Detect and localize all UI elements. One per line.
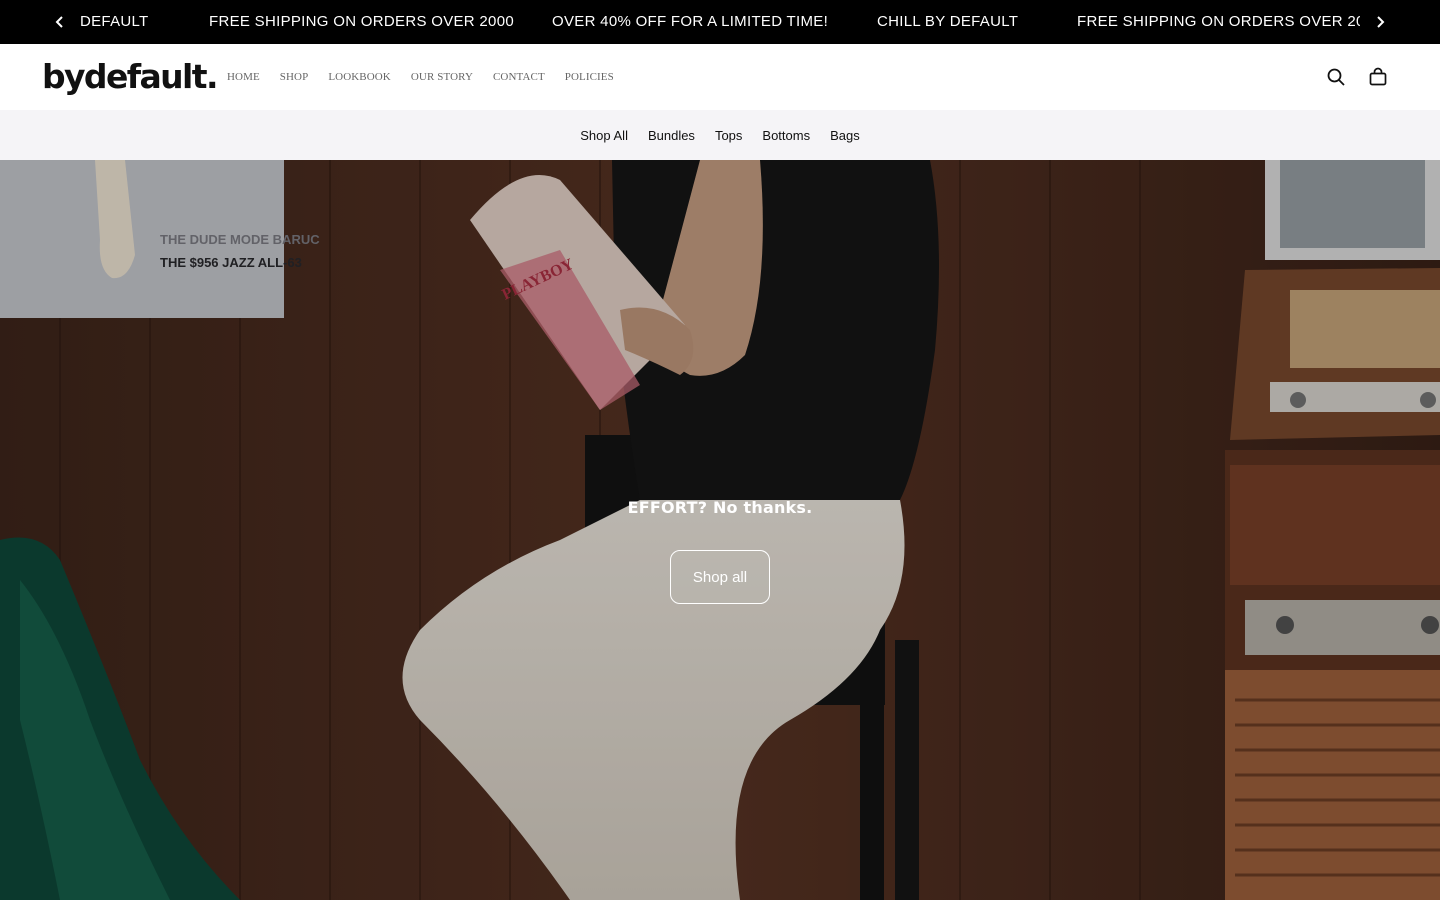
nav-shop[interactable]: SHOP xyxy=(280,71,309,83)
hero-banner: THE DUDE MODE BARUC THE $956 JAZZ ALL-63… xyxy=(0,160,1440,900)
nav-lookbook[interactable]: LOOKBOOK xyxy=(328,71,391,83)
search-button[interactable] xyxy=(1325,66,1347,88)
category-shop-all[interactable]: Shop All xyxy=(580,128,628,143)
announcement-message: OVER 40% OFF FOR A LIMITED TIME! xyxy=(552,13,829,30)
cart-button[interactable] xyxy=(1367,66,1389,88)
site-header: bydefault. HOME SHOP LOOKBOOK OUR STORY … xyxy=(0,44,1440,110)
announcement-message: CHILL BY DEFAULT xyxy=(877,13,1019,30)
category-bar: Shop All Bundles Tops Bottoms Bags xyxy=(0,110,1440,160)
hero-heading: EFFORT? No thanks. xyxy=(627,498,813,517)
nav-policies[interactable]: POLICIES xyxy=(565,71,614,83)
search-icon xyxy=(1327,68,1345,86)
nav-our-story[interactable]: OUR STORY xyxy=(411,71,473,83)
site-logo[interactable]: bydefault. xyxy=(42,57,218,96)
category-bundles[interactable]: Bundles xyxy=(648,128,695,143)
cart-icon xyxy=(1369,67,1387,86)
nav-contact[interactable]: CONTACT xyxy=(493,71,545,83)
hero-overlay xyxy=(0,160,1440,900)
category-tops[interactable]: Tops xyxy=(715,128,742,143)
announcement-message: FREE SHIPPING ON ORDERS OVER 2000 xyxy=(209,13,514,30)
announcement-prev-button[interactable] xyxy=(40,0,80,44)
category-bottoms[interactable]: Bottoms xyxy=(762,128,810,143)
announcement-next-button[interactable] xyxy=(1360,0,1400,44)
announcement-message: DEFAULT xyxy=(80,13,149,30)
shop-all-button[interactable]: Shop all xyxy=(670,550,770,604)
main-nav: HOME SHOP LOOKBOOK OUR STORY CONTACT POL… xyxy=(227,71,634,83)
chevron-right-icon xyxy=(1377,16,1385,28)
announcement-message: FREE SHIPPING ON ORDERS OVER 2000 xyxy=(1077,13,1382,30)
chevron-left-icon xyxy=(55,16,63,28)
category-bags[interactable]: Bags xyxy=(830,128,860,143)
nav-home[interactable]: HOME xyxy=(227,71,260,83)
announcement-bar: DEFAULT FREE SHIPPING ON ORDERS OVER 200… xyxy=(0,0,1440,44)
